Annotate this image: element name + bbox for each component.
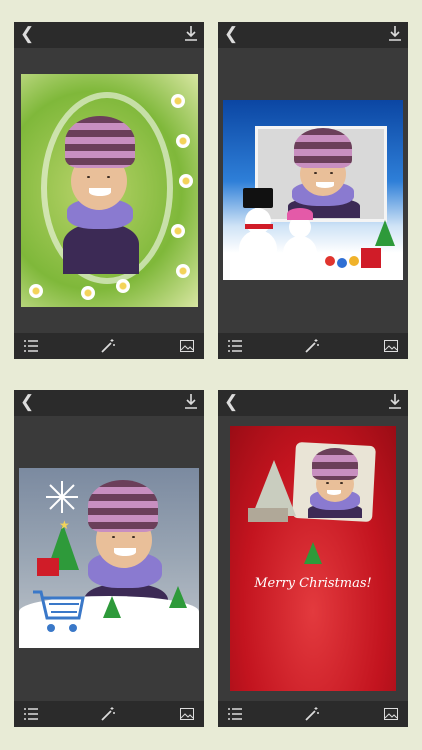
screen-christmas-card: ❮ Merry Christmas! xyxy=(218,390,408,727)
flower-icon xyxy=(29,284,43,298)
photo-frame-preview: ★ xyxy=(19,468,199,648)
snowflake-icon xyxy=(46,481,78,513)
back-chevron-icon[interactable]: ❮ xyxy=(224,393,238,411)
screen-floral-frame: ❮ xyxy=(14,22,204,359)
list-icon[interactable] xyxy=(228,340,242,352)
flower-icon xyxy=(176,264,190,278)
magic-wand-icon[interactable] xyxy=(304,707,320,721)
top-toolbar: ❮ xyxy=(14,22,204,48)
shopping-cart-icon xyxy=(33,590,85,632)
download-icon[interactable] xyxy=(184,25,198,41)
bottom-toolbar xyxy=(218,333,408,359)
flower-icon xyxy=(179,174,193,188)
back-chevron-icon[interactable]: ❮ xyxy=(20,25,34,43)
flower-icon xyxy=(81,286,95,300)
flower-icon xyxy=(116,279,130,293)
snowman-icon xyxy=(245,208,271,234)
top-toolbar: ❮ xyxy=(218,22,408,48)
top-toolbar: ❮ xyxy=(14,390,204,416)
bottom-toolbar xyxy=(218,701,408,727)
image-gallery-icon[interactable] xyxy=(384,708,398,720)
back-chevron-icon[interactable]: ❮ xyxy=(20,393,34,411)
photo-frame-preview: Merry Christmas! xyxy=(230,426,396,691)
snowman-icon xyxy=(283,236,317,270)
magic-wand-icon[interactable] xyxy=(100,707,116,721)
list-icon[interactable] xyxy=(24,708,38,720)
image-gallery-icon[interactable] xyxy=(384,340,398,352)
screen-snowman-frame: ❮ xyxy=(218,22,408,359)
image-gallery-icon[interactable] xyxy=(180,340,194,352)
photo-frame-preview xyxy=(21,74,198,307)
top-toolbar: ❮ xyxy=(218,390,408,416)
list-icon[interactable] xyxy=(24,340,38,352)
flower-icon xyxy=(171,224,185,238)
snowman-icon xyxy=(239,230,277,268)
bottom-toolbar xyxy=(14,333,204,359)
back-chevron-icon[interactable]: ❮ xyxy=(224,25,238,43)
image-gallery-icon[interactable] xyxy=(180,708,194,720)
photo-frame-preview xyxy=(223,100,403,280)
magic-wand-icon[interactable] xyxy=(304,339,320,353)
download-icon[interactable] xyxy=(184,393,198,409)
download-icon[interactable] xyxy=(388,25,402,41)
flower-icon xyxy=(176,134,190,148)
download-icon[interactable] xyxy=(388,393,402,409)
bottom-toolbar xyxy=(14,701,204,727)
screen-shopping-frame: ❮ ★ xyxy=(14,390,204,727)
flower-icon xyxy=(171,94,185,108)
greeting-text: Merry Christmas! xyxy=(254,576,372,591)
list-icon[interactable] xyxy=(228,708,242,720)
magic-wand-icon[interactable] xyxy=(100,339,116,353)
